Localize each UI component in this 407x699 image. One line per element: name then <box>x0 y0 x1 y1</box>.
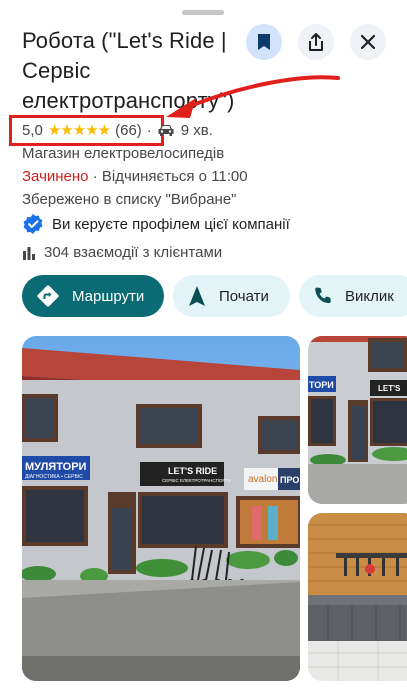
hours-row[interactable]: Зачинено · Відчиняється о 11:00 <box>22 168 248 185</box>
interior-photo[interactable] <box>308 513 407 681</box>
interior-illustration <box>308 513 407 681</box>
star-icon: ★★★★★ <box>47 122 111 139</box>
storefront-side-photo[interactable]: ТОРИ LET'S <box>308 336 407 504</box>
sign-left-text: МУЛЯТОРИ <box>25 461 87 473</box>
saved-list[interactable]: Збережено в списку "Вибране" <box>22 191 236 208</box>
storefront-illustration: МУЛЯТОРИ ДІАГНОСТИКА • СЕРВІС LET'S RIDE… <box>22 336 300 681</box>
rating-value: 5,0 <box>22 121 43 139</box>
interactions-text: 304 взаємодії з клієнтами <box>44 244 223 261</box>
routes-button[interactable]: Маршрути <box>22 275 164 317</box>
storefront-side-illustration: ТОРИ LET'S <box>308 336 407 504</box>
verified-badge-icon <box>23 214 43 234</box>
side-sign-left-text: ТОРИ <box>309 380 334 390</box>
review-count: (66) <box>115 121 142 139</box>
drive-time: 9 хв. <box>180 121 213 139</box>
directions-icon <box>37 285 59 307</box>
sign-left-subtext: ДІАГНОСТИКА • СЕРВІС <box>25 474 83 480</box>
sign-center-subtext: СЕРВІС ЕЛЕКТРОТРАНСПОРТУ <box>162 478 231 483</box>
place-sheet: Робота ("Let's Ride | Сервіс електротран… <box>0 0 407 699</box>
category: Магазин електровелосипедів <box>22 145 225 162</box>
opening-time: · Відчиняється о 11:00 <box>88 168 248 185</box>
storefront-photo[interactable]: МУЛЯТОРИ ДІАГНОСТИКА • СЕРВІС LET'S RIDE… <box>22 336 300 681</box>
start-label: Почати <box>219 287 269 305</box>
status-closed: Зачинено <box>22 168 89 185</box>
car-icon <box>158 125 174 136</box>
separator: · <box>146 121 152 139</box>
sign-center-text: LET'S RIDE <box>168 466 217 476</box>
rating-row[interactable]: 5,0 ★★★★★ (66) · 9 хв. <box>22 119 213 141</box>
phone-icon <box>315 287 331 304</box>
verified-row[interactable]: Ви керуєте профілем цієї компанії <box>22 213 290 235</box>
bar-chart-icon <box>23 246 35 260</box>
start-button[interactable]: Почати <box>173 275 290 317</box>
sign-right-text: avalon <box>248 474 277 485</box>
interactions-row[interactable]: 304 взаємодії з клієнтами <box>22 244 222 261</box>
routes-label: Маршрути <box>72 287 145 305</box>
verified-text: Ви керуєте профілем цієї компанії <box>52 215 290 233</box>
call-label: Виклик <box>345 287 394 305</box>
side-sign-right-text: LET'S <box>378 384 401 393</box>
navigation-arrow-icon <box>189 286 205 306</box>
sign-right2-text: ПРО <box>280 475 299 485</box>
call-button[interactable]: Виклик <box>299 275 407 317</box>
